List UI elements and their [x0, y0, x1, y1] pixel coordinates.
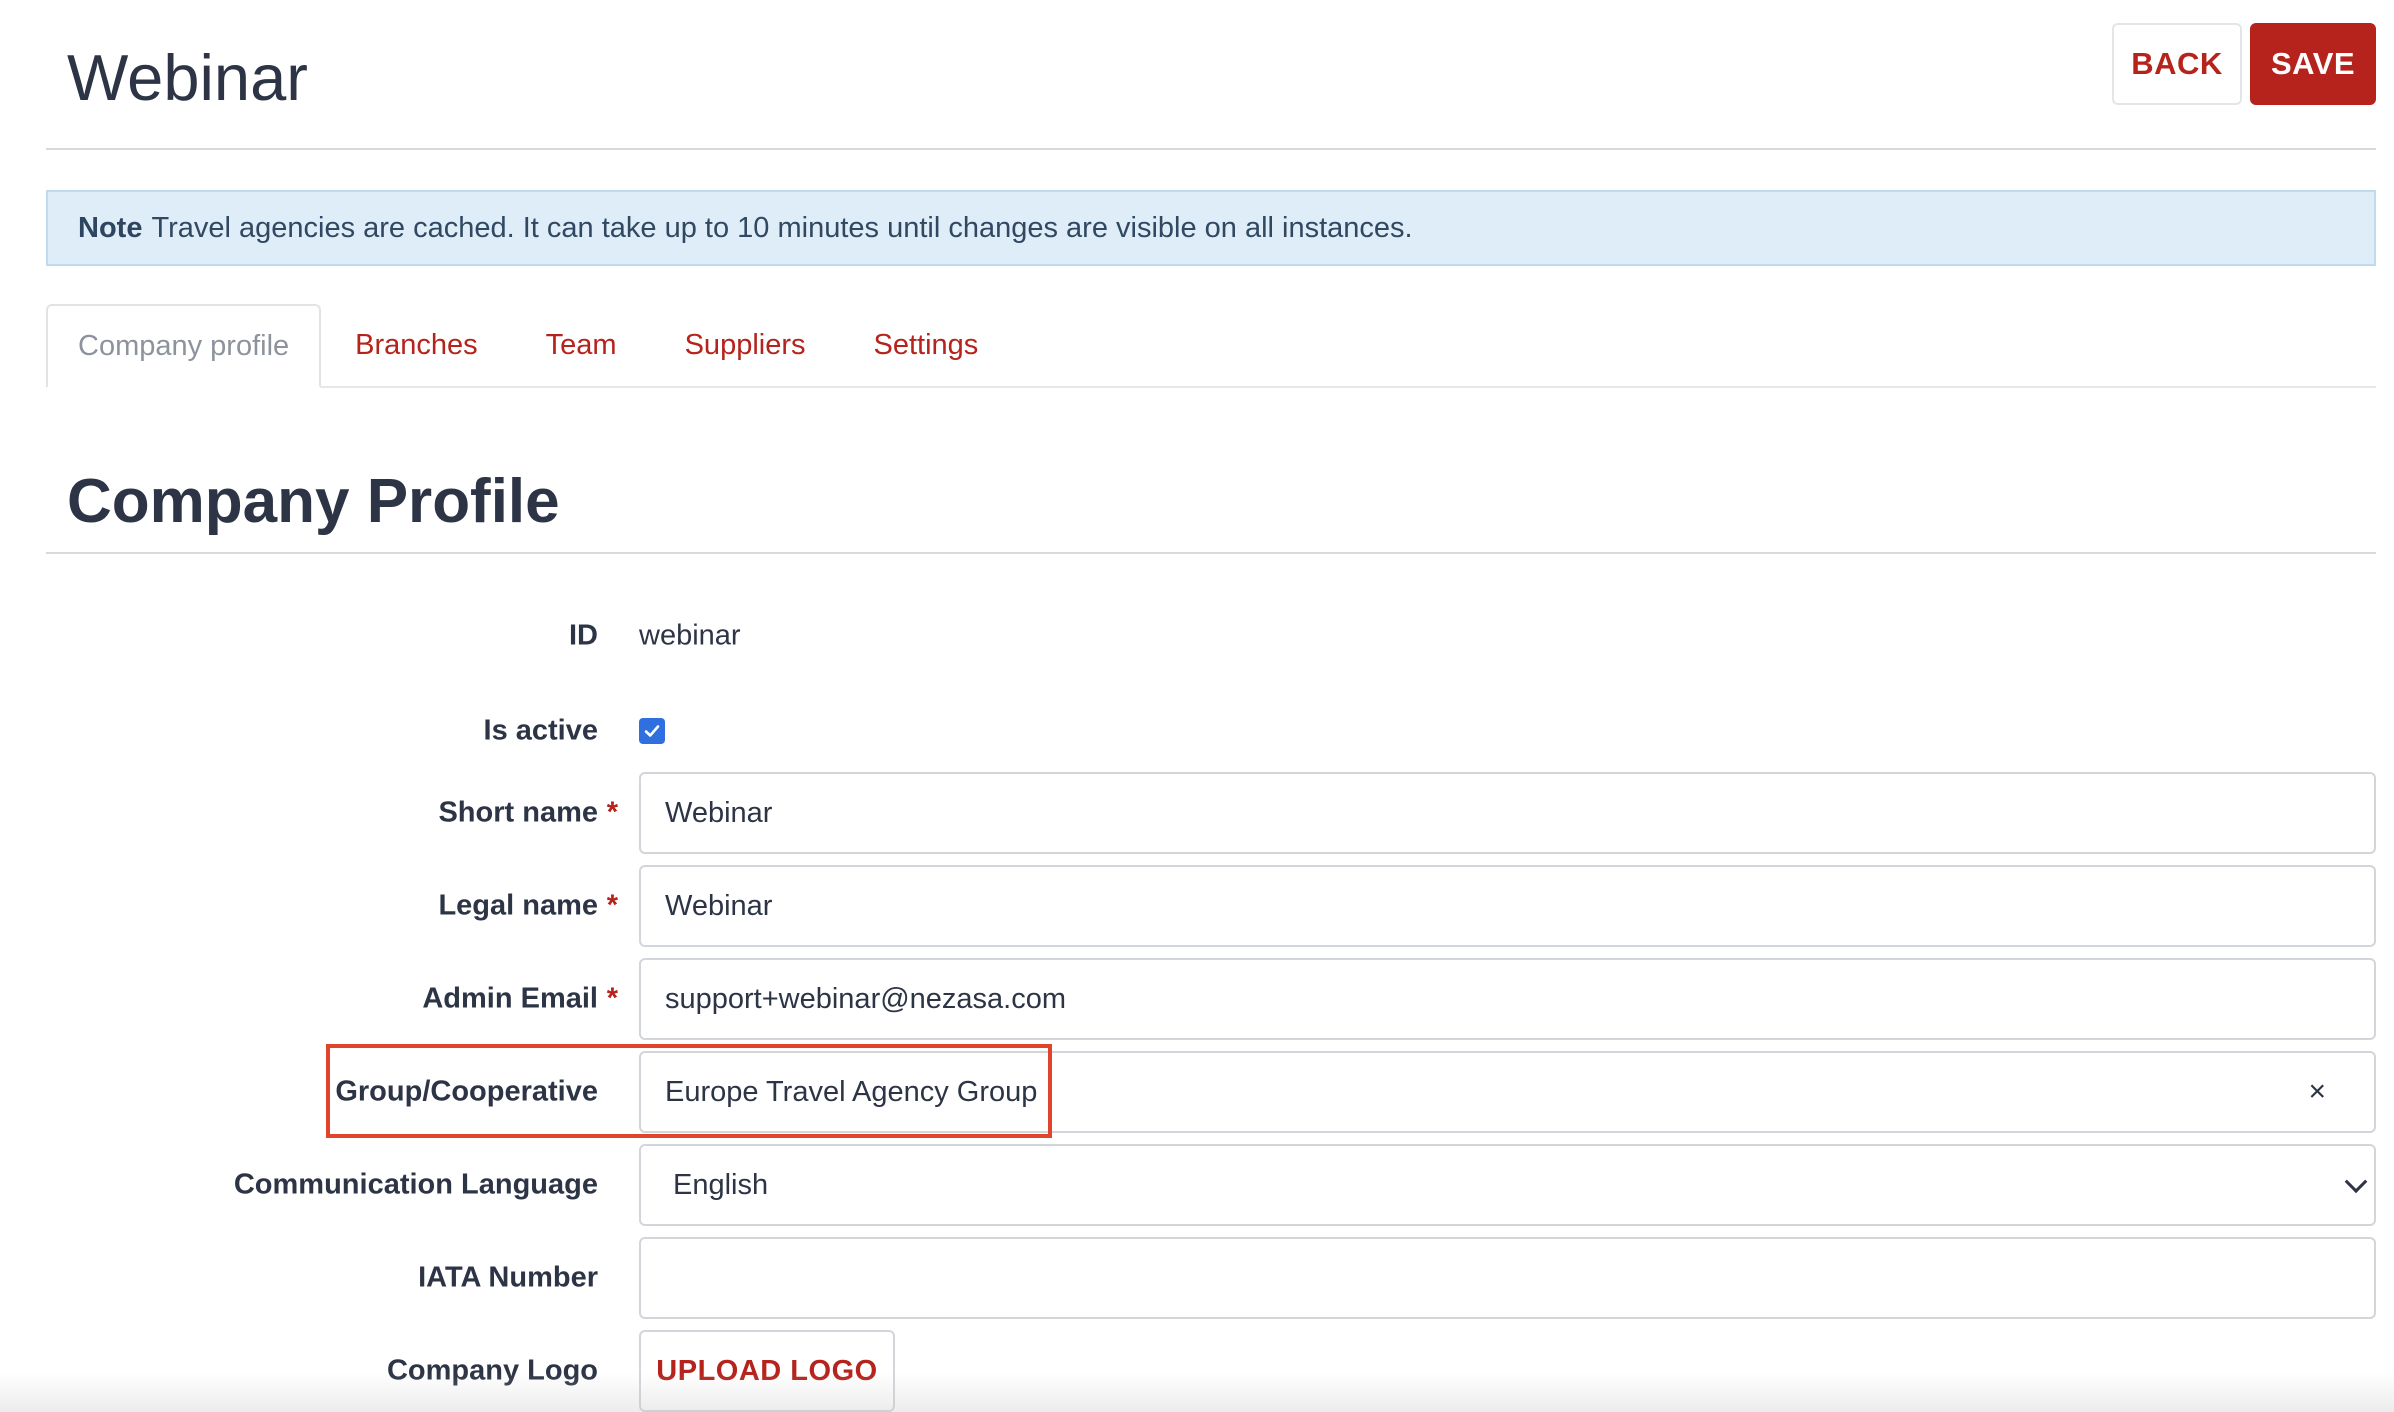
logo-row: Company Logo UPLOAD LOGO — [0, 1330, 2394, 1412]
language-select[interactable]: English — [639, 1144, 2376, 1226]
legal-name-label-text: Legal name — [438, 889, 598, 922]
chevron-down-icon — [2344, 1170, 2368, 1194]
short-name-row: Short name * Webinar — [0, 772, 2394, 854]
is-active-checkbox[interactable] — [639, 718, 665, 744]
checkmark-icon — [644, 725, 660, 737]
section-title: Company Profile — [67, 467, 560, 536]
header-divider — [46, 148, 2376, 150]
tab-settings[interactable]: Settings — [840, 304, 1013, 386]
language-row: Communication Language English — [0, 1144, 2394, 1226]
header-actions: BACK SAVE — [2112, 23, 2376, 105]
page-title: Webinar — [67, 41, 308, 114]
tab-company-profile[interactable]: Company profile — [46, 304, 322, 388]
legal-name-label: Legal name * — [38, 889, 618, 923]
cache-note-banner: Note Travel agencies are cached. It can … — [46, 190, 2376, 266]
tab-branches[interactable]: Branches — [321, 304, 512, 386]
tab-team[interactable]: Team — [512, 304, 651, 386]
language-label: Communication Language — [233, 1168, 598, 1201]
section-divider — [46, 552, 2376, 554]
iata-label: IATA Number — [418, 1261, 598, 1294]
note-text: Travel agencies are cached. It can take … — [151, 211, 1413, 244]
is-active-label: Is active — [483, 714, 598, 747]
id-value: webinar — [639, 619, 741, 652]
admin-email-row: Admin Email * support+webinar@nezasa.com — [0, 958, 2394, 1040]
upload-logo-button[interactable]: UPLOAD LOGO — [639, 1330, 895, 1412]
iata-row: IATA Number — [0, 1237, 2394, 1319]
group-row: Group/Cooperative Europe Travel Agency G… — [0, 1051, 2394, 1133]
iata-input[interactable] — [639, 1237, 2376, 1319]
required-asterisk: * — [606, 889, 618, 922]
required-asterisk: * — [606, 796, 618, 829]
id-label: ID — [569, 619, 598, 652]
legal-name-row: Legal name * Webinar — [0, 865, 2394, 947]
back-button[interactable]: BACK — [2112, 23, 2242, 105]
legal-name-input[interactable]: Webinar — [639, 865, 2376, 947]
tab-bar: Company profile Branches Team Suppliers … — [46, 304, 2376, 388]
short-name-label-text: Short name — [438, 796, 598, 829]
required-asterisk: * — [606, 982, 618, 1015]
group-label: Group/Cooperative — [335, 1075, 598, 1108]
id-row: ID webinar — [0, 595, 2394, 677]
admin-email-label-text: Admin Email — [422, 982, 598, 1015]
note-prefix: Note — [78, 211, 143, 244]
group-select[interactable]: Europe Travel Agency Group × — [639, 1051, 2376, 1133]
tab-suppliers[interactable]: Suppliers — [651, 304, 840, 386]
short-name-label: Short name * — [38, 796, 618, 830]
save-button[interactable]: SAVE — [2250, 23, 2376, 105]
short-name-input[interactable]: Webinar — [639, 772, 2376, 854]
language-selected-value: English — [673, 1168, 769, 1201]
group-selected-value: Europe Travel Agency Group — [665, 1075, 1038, 1108]
clear-icon[interactable]: × — [2308, 1075, 2326, 1109]
admin-email-input[interactable]: support+webinar@nezasa.com — [639, 958, 2376, 1040]
is-active-row: Is active — [0, 690, 2394, 772]
logo-label: Company Logo — [386, 1354, 598, 1387]
admin-email-label: Admin Email * — [38, 982, 618, 1016]
